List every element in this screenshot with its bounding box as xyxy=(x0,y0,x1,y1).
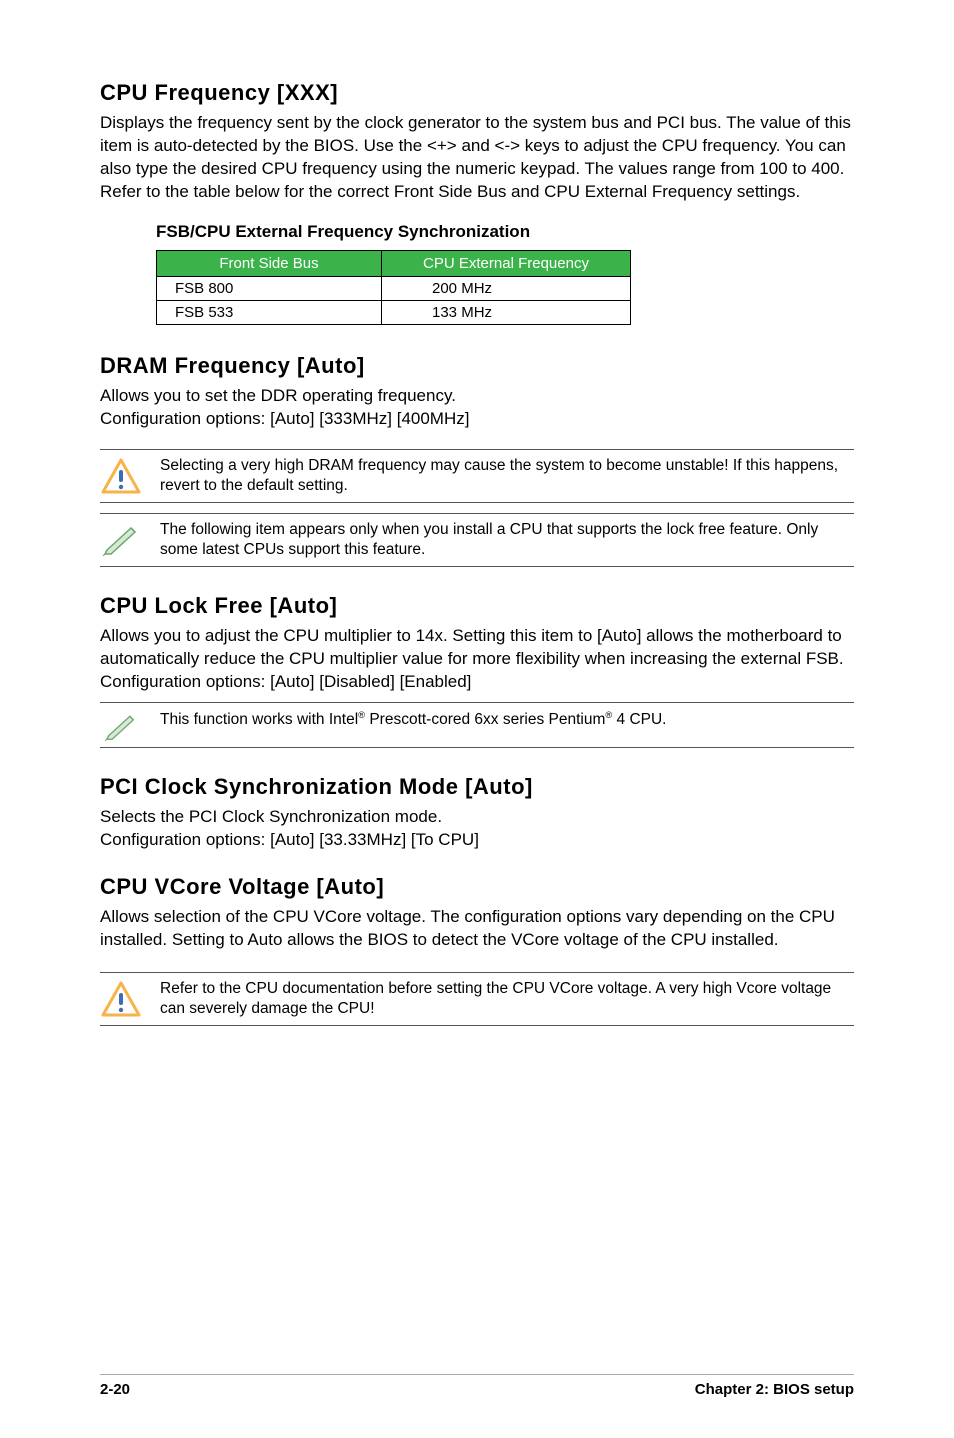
td-fsb: FSB 800 xyxy=(157,276,382,300)
info-note-text: This function works with Intel® Prescott… xyxy=(160,709,854,730)
note-bold: Intel xyxy=(329,711,358,728)
table-row: FSB 533 133 MHz xyxy=(157,300,631,324)
note-post: 4 CPU. xyxy=(612,711,666,728)
fsb-table: Front Side Bus CPU External Frequency FS… xyxy=(156,250,631,325)
td-freq: 200 MHz xyxy=(382,276,631,300)
heading-dram-frequency: DRAM Frequency [Auto] xyxy=(100,353,854,379)
body-dram-frequency: Allows you to set the DDR operating freq… xyxy=(100,385,854,431)
pencil-icon xyxy=(100,520,142,556)
warning-note-vcore: Refer to the CPU documentation before se… xyxy=(100,972,854,1026)
page-number: 2-20 xyxy=(100,1381,130,1398)
th-cpu-ext-freq: CPU External Frequency xyxy=(382,250,631,276)
td-freq: 133 MHz xyxy=(382,300,631,324)
chapter-info: Chapter 2: BIOS setup xyxy=(695,1381,854,1398)
pencil-icon xyxy=(100,709,142,741)
chapter-label: Chapter 2 xyxy=(695,1381,764,1398)
note-pre: This function works with xyxy=(160,711,329,728)
page-footer: 2-20 Chapter 2: BIOS setup xyxy=(100,1374,854,1398)
td-fsb: FSB 533 xyxy=(157,300,382,324)
chapter-title: BIOS setup xyxy=(769,1381,854,1398)
info-note-lock-free: This function works with Intel® Prescott… xyxy=(100,702,854,748)
info-note-text: The following item appears only when you… xyxy=(160,520,854,560)
heading-cpu-frequency: CPU Frequency [XXX] xyxy=(100,80,854,106)
table-row: FSB 800 200 MHz xyxy=(157,276,631,300)
heading-cpu-lock-free: CPU Lock Free [Auto] xyxy=(100,593,854,619)
reg-mark: ® xyxy=(358,710,365,720)
warning-note-text: Selecting a very high DRAM frequency may… xyxy=(160,456,854,496)
body-cpu-vcore: Allows selection of the CPU VCore voltag… xyxy=(100,906,854,952)
body-pci-clock: Selects the PCI Clock Synchronization mo… xyxy=(100,806,854,852)
table-title-fsb: FSB/CPU External Frequency Synchronizati… xyxy=(156,222,854,242)
heading-cpu-vcore: CPU VCore Voltage [Auto] xyxy=(100,874,854,900)
table-header-row: Front Side Bus CPU External Frequency xyxy=(157,250,631,276)
warning-icon xyxy=(100,979,142,1017)
heading-pci-clock: PCI Clock Synchronization Mode [Auto] xyxy=(100,774,854,800)
warning-icon xyxy=(100,456,142,494)
warning-note-text: Refer to the CPU documentation before se… xyxy=(160,979,854,1019)
th-front-side-bus: Front Side Bus xyxy=(157,250,382,276)
body-cpu-lock-free: Allows you to adjust the CPU multiplier … xyxy=(100,625,854,694)
info-note-dram: The following item appears only when you… xyxy=(100,513,854,567)
body-cpu-frequency: Displays the frequency sent by the clock… xyxy=(100,112,854,204)
warning-note-dram: Selecting a very high DRAM frequency may… xyxy=(100,449,854,503)
note-mid: Prescott-cored 6xx series Pentium xyxy=(365,711,605,728)
